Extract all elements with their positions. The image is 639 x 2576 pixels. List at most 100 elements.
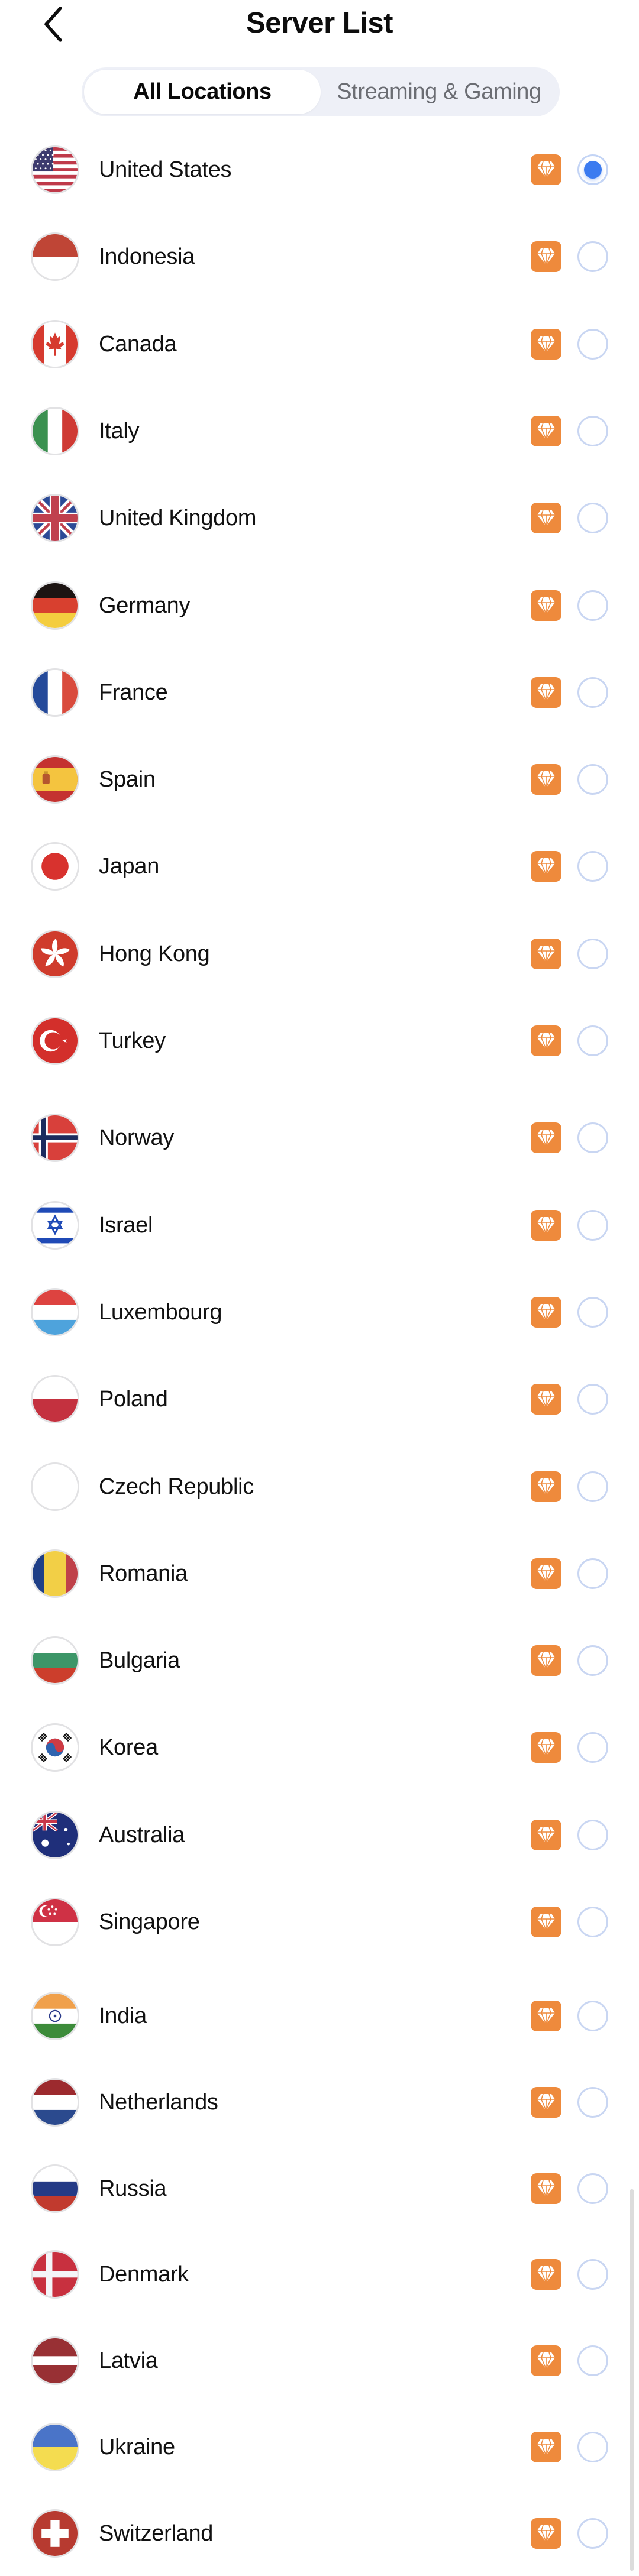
server-row-norway[interactable]: Norway — [0, 1102, 627, 1173]
server-radio[interactable] — [577, 1558, 608, 1589]
server-name: Poland — [99, 1387, 168, 1412]
server-row-india[interactable]: India — [0, 1980, 627, 2051]
server-row-netherlands[interactable]: Netherlands — [0, 2067, 627, 2138]
server-radio[interactable] — [577, 2087, 608, 2118]
server-radio[interactable] — [577, 1025, 608, 1056]
flag-au-icon — [31, 1811, 79, 1859]
flag-ch-icon — [31, 2509, 79, 2558]
premium-diamond-icon — [537, 1216, 555, 1234]
server-name: Germany — [99, 593, 191, 618]
flag-hk-icon — [31, 930, 79, 978]
flag-lv-icon — [31, 2336, 79, 2385]
server-row-bulgaria[interactable]: Bulgaria — [0, 1625, 627, 1696]
server-radio[interactable] — [577, 1384, 608, 1415]
premium-diamond-icon — [537, 1913, 555, 1931]
premium-badge — [531, 1820, 561, 1850]
tab-all-locations[interactable]: All Locations — [84, 70, 321, 114]
server-row-germany[interactable]: Germany — [0, 570, 627, 641]
server-radio[interactable] — [577, 1297, 608, 1328]
flag-id-icon — [31, 232, 79, 281]
server-radio[interactable] — [577, 939, 608, 969]
server-row-ukraine[interactable]: Ukraine — [0, 2412, 627, 2483]
server-radio[interactable] — [577, 1820, 608, 1850]
server-radio[interactable] — [577, 1907, 608, 1937]
server-row-spain[interactable]: Spain — [0, 744, 627, 815]
server-row-japan[interactable]: Japan — [0, 831, 627, 902]
server-radio[interactable] — [577, 1732, 608, 1763]
server-row-united-states[interactable]: United States — [0, 134, 627, 205]
server-row-czech-republic[interactable]: Czech Republic — [0, 1451, 627, 1522]
server-row-poland[interactable]: Poland — [0, 1364, 627, 1435]
server-row-russia[interactable]: Russia — [0, 2153, 627, 2224]
server-name: Switzerland — [99, 2521, 214, 2546]
radio-selected-dot — [584, 161, 602, 179]
server-radio[interactable] — [577, 2518, 608, 2549]
server-name: Denmark — [99, 2262, 189, 2287]
server-name: Italy — [99, 419, 140, 444]
server-row-italy[interactable]: Italy — [0, 396, 627, 467]
server-row-latvia[interactable]: Latvia — [0, 2325, 627, 2396]
server-radio[interactable] — [577, 2173, 608, 2204]
server-radio[interactable] — [577, 503, 608, 533]
server-radio[interactable] — [577, 851, 608, 882]
server-name: United States — [99, 157, 232, 182]
flag-cz-blank-icon — [31, 1462, 79, 1511]
server-row-turkey[interactable]: Turkey — [0, 1005, 627, 1076]
premium-badge — [531, 1645, 561, 1676]
premium-diamond-icon — [537, 1826, 555, 1844]
server-row-australia[interactable]: Australia — [0, 1800, 627, 1870]
server-row-canada[interactable]: Canada — [0, 309, 627, 380]
server-row-hong-kong[interactable]: Hong Kong — [0, 918, 627, 989]
server-row-denmark[interactable]: Denmark — [0, 2239, 627, 2310]
flag-bg-icon — [31, 1636, 79, 1685]
flag-nl-icon — [31, 2078, 79, 2127]
server-radio[interactable] — [577, 590, 608, 621]
premium-diamond-icon — [537, 945, 555, 963]
server-radio[interactable] — [577, 241, 608, 272]
server-name: Luxembourg — [99, 1300, 222, 1325]
flag-it-icon — [31, 407, 79, 455]
premium-diamond-icon — [537, 857, 555, 875]
server-row-korea[interactable]: Korea — [0, 1712, 627, 1783]
server-radio[interactable] — [577, 2259, 608, 2290]
server-row-israel[interactable]: Israel — [0, 1190, 627, 1261]
premium-badge — [531, 1732, 561, 1763]
premium-diamond-icon — [537, 509, 555, 527]
server-radio[interactable] — [577, 1471, 608, 1502]
premium-diamond-icon — [537, 2266, 555, 2283]
server-radio[interactable] — [577, 1122, 608, 1153]
server-radio[interactable] — [577, 677, 608, 708]
server-radio[interactable] — [577, 154, 608, 185]
premium-diamond-icon — [537, 684, 555, 701]
flag-pl-icon — [31, 1375, 79, 1423]
premium-badge — [531, 416, 561, 446]
server-radio[interactable] — [577, 329, 608, 360]
server-name: Romania — [99, 1561, 188, 1586]
flag-kr-icon — [31, 1723, 79, 1772]
server-row-switzerland[interactable]: Switzerland — [0, 2498, 627, 2569]
premium-badge — [531, 2345, 561, 2376]
tab-streaming-gaming[interactable]: Streaming & Gaming — [321, 70, 557, 114]
server-row-france[interactable]: France — [0, 657, 627, 728]
server-row-indonesia[interactable]: Indonesia — [0, 221, 627, 292]
server-radio[interactable] — [577, 2432, 608, 2462]
server-row-luxembourg[interactable]: Luxembourg — [0, 1277, 627, 1348]
server-row-united-kingdom[interactable]: United Kingdom — [0, 483, 627, 554]
server-radio[interactable] — [577, 764, 608, 795]
premium-diamond-icon — [537, 248, 555, 266]
server-radio[interactable] — [577, 1645, 608, 1676]
premium-badge — [531, 154, 561, 185]
premium-diamond-icon — [537, 335, 555, 353]
premium-diamond-icon — [537, 1032, 555, 1050]
scrollbar[interactable] — [630, 2189, 634, 2571]
server-radio[interactable] — [577, 2001, 608, 2031]
server-row-singapore[interactable]: Singapore — [0, 1886, 627, 1957]
premium-badge — [531, 1907, 561, 1937]
flag-fr-icon — [31, 668, 79, 717]
server-row-romania[interactable]: Romania — [0, 1538, 627, 1609]
premium-diamond-icon — [537, 1390, 555, 1408]
server-radio[interactable] — [577, 416, 608, 446]
server-radio[interactable] — [577, 1210, 608, 1241]
premium-badge — [531, 1558, 561, 1589]
server-radio[interactable] — [577, 2345, 608, 2376]
